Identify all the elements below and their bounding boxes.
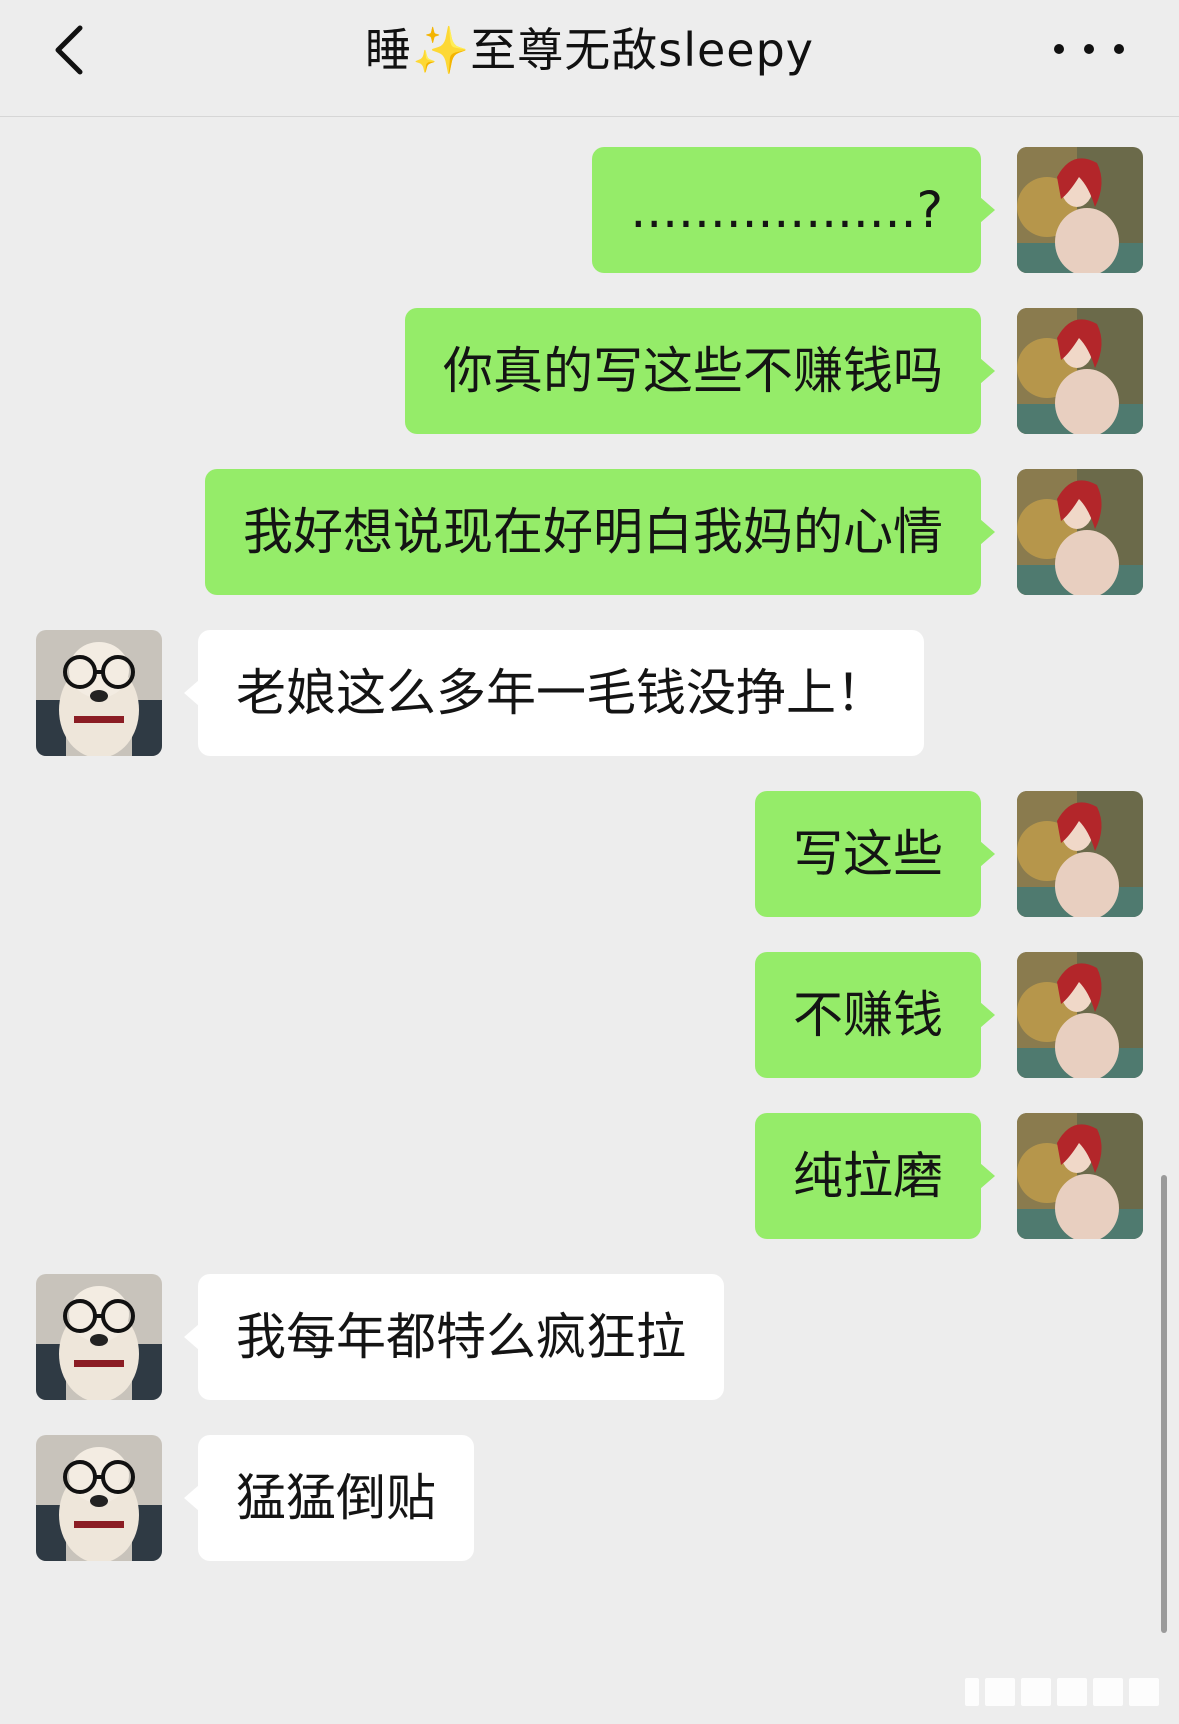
message-bubble[interactable]: 猛猛倒贴	[198, 1435, 474, 1561]
contact-avatar[interactable]	[36, 1274, 162, 1400]
message-bubble[interactable]: 我好想说现在好明白我妈的心情	[205, 469, 981, 595]
more-dots-icon	[1054, 44, 1064, 54]
watermark	[965, 1670, 1165, 1714]
bubble-tail	[980, 358, 995, 384]
bubble-tail	[980, 519, 995, 545]
contact-avatar[interactable]	[36, 630, 162, 756]
message-bubble[interactable]: 不赚钱	[755, 952, 981, 1078]
bubble-tail	[184, 680, 199, 706]
chat-header: 睡✨至尊无敌sleepy	[0, 0, 1179, 117]
my-avatar[interactable]	[1017, 308, 1143, 434]
message-row: 我每年都特么疯狂拉	[0, 1274, 1179, 1400]
bubble-tail	[980, 1163, 995, 1189]
my-avatar[interactable]	[1017, 1113, 1143, 1239]
bubble-tail	[184, 1485, 199, 1511]
message-row: 不赚钱	[0, 952, 1179, 1078]
my-avatar[interactable]	[1017, 952, 1143, 1078]
my-avatar[interactable]	[1017, 469, 1143, 595]
message-row: 你真的写这些不赚钱吗	[0, 308, 1179, 434]
bubble-tail	[184, 1324, 199, 1350]
scrollbar[interactable]	[1161, 1175, 1167, 1633]
message-row: 我好想说现在好明白我妈的心情	[0, 469, 1179, 595]
message-row: 老娘这么多年一毛钱没挣上！	[0, 630, 1179, 756]
message-row: 写这些	[0, 791, 1179, 917]
message-row: ..................?	[0, 147, 1179, 273]
message-row: 猛猛倒贴	[0, 1435, 1179, 1561]
message-bubble[interactable]: 纯拉磨	[755, 1113, 981, 1239]
message-bubble[interactable]: 写这些	[755, 791, 981, 917]
bubble-tail	[980, 1002, 995, 1028]
chat-title: 睡✨至尊无敌sleepy	[364, 23, 815, 77]
message-bubble[interactable]: ..................?	[592, 147, 981, 273]
my-avatar[interactable]	[1017, 791, 1143, 917]
my-avatar[interactable]	[1017, 147, 1143, 273]
message-bubble[interactable]: 你真的写这些不赚钱吗	[405, 308, 981, 434]
message-bubble[interactable]: 老娘这么多年一毛钱没挣上！	[198, 630, 924, 756]
contact-avatar[interactable]	[36, 1435, 162, 1561]
bubble-tail	[980, 841, 995, 867]
message-bubble[interactable]: 我每年都特么疯狂拉	[198, 1274, 724, 1400]
message-list[interactable]: ..................? 你真的写这些不赚钱吗 我好想说现在好明白…	[0, 117, 1179, 1724]
more-button[interactable]	[1054, 24, 1124, 74]
bubble-tail	[980, 197, 995, 223]
message-row: 纯拉磨	[0, 1113, 1179, 1239]
